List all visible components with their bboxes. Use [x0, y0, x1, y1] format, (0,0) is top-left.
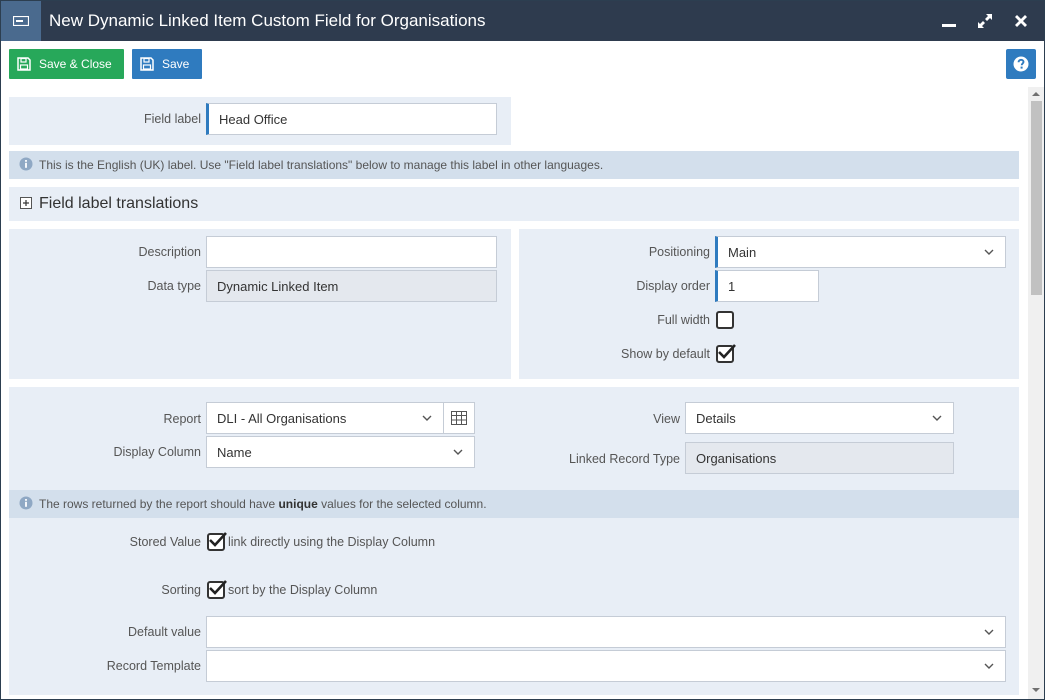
chevron-down-icon: [984, 629, 994, 635]
toolbar: Save & Close Save: [1, 41, 1044, 87]
full-width-label: Full width: [657, 313, 710, 327]
chevron-down-icon: [984, 249, 994, 255]
linked-record-type-label: Linked Record Type: [569, 452, 680, 466]
data-type-value: Dynamic Linked Item: [217, 278, 339, 294]
sorting-label: Sorting: [161, 583, 201, 597]
info-english-label: This is the English (UK) label. Use "Fie…: [9, 151, 1019, 179]
report-grid-button[interactable]: [443, 402, 475, 434]
expand-icon[interactable]: [20, 197, 32, 209]
check-icon: [209, 580, 227, 595]
linked-record-type-value: Organisations: [696, 450, 777, 466]
vertical-scrollbar[interactable]: [1028, 87, 1044, 699]
positioning-select[interactable]: Main: [715, 236, 1006, 268]
view-value: Details: [696, 410, 736, 426]
info-unique-prefix: The rows returned by the report should h…: [39, 497, 279, 511]
record-template-select[interactable]: [206, 650, 1006, 682]
form-content: Field label Head Office This is the Engl…: [1, 87, 1027, 700]
field-label-input[interactable]: Head Office: [206, 103, 497, 135]
table-grid-icon: [451, 411, 467, 425]
info-unique-suffix: values for the selected column.: [317, 497, 487, 511]
report-value: DLI - All Organisations: [217, 410, 347, 426]
display-column-label: Display Column: [113, 445, 201, 459]
default-value-label: Default value: [128, 625, 201, 639]
translations-header[interactable]: Field label translations: [39, 195, 198, 213]
positioning-value: Main: [728, 244, 757, 260]
info-icon: [19, 157, 33, 174]
save-label: Save: [162, 57, 190, 71]
stored-value-text: link directly using the Display Column: [228, 535, 436, 549]
display-order-label: Display order: [636, 279, 710, 293]
scroll-down-icon[interactable]: [1032, 686, 1040, 694]
check-icon: [718, 344, 736, 359]
help-icon: [1013, 56, 1029, 72]
title-bar: New Dynamic Linked Item Custom Field for…: [1, 1, 1044, 41]
display-order-input[interactable]: 1: [715, 270, 819, 302]
positioning-label: Positioning: [648, 245, 710, 259]
show-by-default-label: Show by default: [621, 347, 710, 361]
maximize-icon[interactable]: [973, 9, 997, 33]
info-unique-bold: unique: [278, 497, 318, 511]
scrollbar-thumb[interactable]: [1031, 101, 1042, 295]
save-icon: [140, 57, 154, 71]
dialog-window: New Dynamic Linked Item Custom Field for…: [0, 0, 1045, 700]
window-title: New Dynamic Linked Item Custom Field for…: [49, 11, 486, 30]
description-label: Description: [138, 245, 201, 259]
minimize-icon[interactable]: [937, 9, 961, 33]
field-label-value: Head Office: [219, 111, 288, 127]
view-label: View: [653, 412, 680, 426]
sorting-text: sort by the Display Column: [228, 583, 378, 597]
stored-value-label: Stored Value: [129, 535, 201, 549]
data-type-label: Data type: [147, 279, 201, 293]
scroll-up-icon[interactable]: [1032, 90, 1040, 98]
report-select[interactable]: DLI - All Organisations: [206, 402, 444, 434]
save-icon: [17, 57, 31, 71]
info-english-label-text: This is the English (UK) label. Use "Fie…: [39, 158, 604, 172]
description-input[interactable]: [206, 236, 497, 268]
data-type-field: Dynamic Linked Item: [206, 270, 497, 302]
chevron-down-icon: [984, 663, 994, 669]
linked-record-type-field: Organisations: [685, 442, 954, 474]
chevron-down-icon: [453, 449, 463, 455]
display-order-value: 1: [728, 278, 736, 294]
check-icon: [209, 532, 227, 547]
default-value-select[interactable]: [206, 616, 1006, 648]
sorting-checkbox[interactable]: [207, 580, 227, 599]
close-icon[interactable]: [1009, 9, 1033, 33]
chevron-down-icon: [422, 415, 432, 421]
info-unique-values: The rows returned by the report should h…: [9, 490, 1019, 518]
display-column-value: Name: [217, 444, 252, 460]
view-select[interactable]: Details: [685, 402, 954, 434]
full-width-checkbox[interactable]: [716, 311, 734, 329]
report-label: Report: [163, 412, 201, 426]
save-and-close-label: Save & Close: [39, 57, 112, 71]
chevron-down-icon: [932, 415, 942, 421]
info-icon: [19, 496, 33, 513]
save-and-close-button[interactable]: Save & Close: [9, 49, 124, 79]
save-button[interactable]: Save: [132, 49, 202, 79]
window-icon: [1, 1, 41, 41]
record-template-label: Record Template: [106, 659, 201, 673]
display-column-select[interactable]: Name: [206, 436, 475, 468]
field-label-label: Field label: [144, 112, 201, 126]
stored-value-checkbox[interactable]: [207, 532, 227, 551]
help-button[interactable]: [1006, 49, 1036, 79]
show-by-default-checkbox[interactable]: [716, 344, 736, 363]
